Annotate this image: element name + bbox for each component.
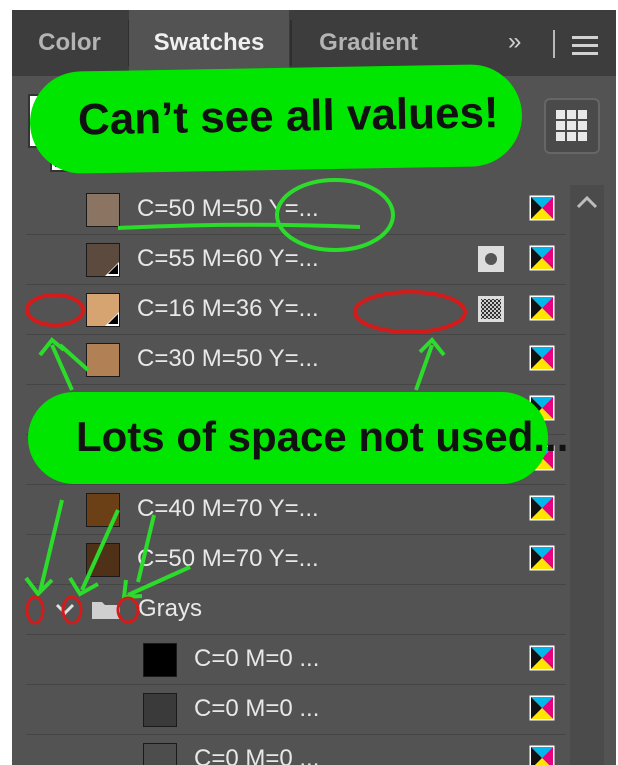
swatch-label: C=40 M=70 Y=... (137, 495, 319, 522)
callout-top-text: Can’t see all values! (77, 88, 500, 145)
swatch-chip (86, 493, 120, 527)
cmyk-process-icon (529, 745, 555, 765)
swatch-label: C=0 M=0 ... (194, 645, 320, 672)
swatch-row[interactable]: C=40 M=70 Y=... (26, 485, 566, 535)
toolbar-separator (553, 30, 555, 58)
swatch-chip (143, 693, 177, 727)
swatch-row[interactable]: C=30 M=50 Y=... (26, 335, 566, 385)
swatch-row[interactable]: C=55 M=60 Y=... (26, 235, 566, 285)
spot-pattern-icon (478, 296, 504, 322)
swatch-row[interactable]: C=16 M=36 Y=... (26, 285, 566, 335)
swatch-row[interactable]: C=0 M=0 ... (26, 735, 566, 765)
swatch-chip (143, 743, 177, 765)
cmyk-process-icon (529, 545, 555, 571)
tab-bar: Color Swatches Gradient » (12, 10, 616, 76)
swatch-label: C=0 M=0 ... (194, 695, 320, 722)
swatch-row[interactable]: C=0 M=0 ... (26, 685, 566, 735)
swatch-chip (143, 643, 177, 677)
swatch-chip (86, 293, 120, 327)
tab-swatches[interactable]: Swatches (129, 10, 289, 76)
grid-view-icon[interactable] (544, 98, 600, 154)
swatch-label: C=16 M=36 Y=... (137, 295, 319, 322)
tab-color[interactable]: Color (12, 10, 127, 76)
color-group-row[interactable]: Grays (26, 585, 566, 635)
cmyk-process-icon (529, 295, 555, 321)
swatch-row[interactable]: C=0 M=0 ... (26, 635, 566, 685)
callout-middle: Lots of space not used... (28, 392, 568, 484)
callout-middle-text: Lots of space not used... (76, 413, 569, 460)
cmyk-process-icon (529, 245, 555, 271)
swatch-chip (86, 193, 120, 227)
spot-circle-icon (478, 246, 504, 272)
scrollbar[interactable] (570, 185, 604, 765)
swatch-label: C=30 M=50 Y=... (137, 345, 319, 372)
swatch-label: C=0 M=0 ... (194, 745, 320, 765)
swatch-chip (86, 543, 120, 577)
callout-top: Can’t see all values! (29, 63, 523, 175)
swatch-label: C=50 M=70 Y=... (137, 545, 319, 572)
more-panels-icon[interactable]: » (508, 28, 521, 56)
folder-icon (92, 602, 120, 619)
cmyk-process-icon (529, 195, 555, 221)
swatch-label: C=50 M=50 Y=... (137, 195, 319, 222)
cmyk-process-icon (529, 645, 555, 671)
cmyk-process-icon (529, 695, 555, 721)
panel-menu-icon[interactable] (572, 36, 598, 60)
chevron-down-icon[interactable] (54, 599, 76, 619)
swatch-chip (86, 243, 120, 277)
group-label: Grays (138, 595, 203, 622)
swatch-chip (86, 343, 120, 377)
swatch-row[interactable]: C=50 M=70 Y=... (26, 535, 566, 585)
swatch-label: C=55 M=60 Y=... (137, 245, 319, 272)
cmyk-process-icon (529, 345, 555, 371)
swatch-row[interactable]: C=50 M=50 Y=... (26, 185, 566, 235)
scroll-up-icon[interactable] (576, 195, 598, 209)
cmyk-process-icon (529, 495, 555, 521)
